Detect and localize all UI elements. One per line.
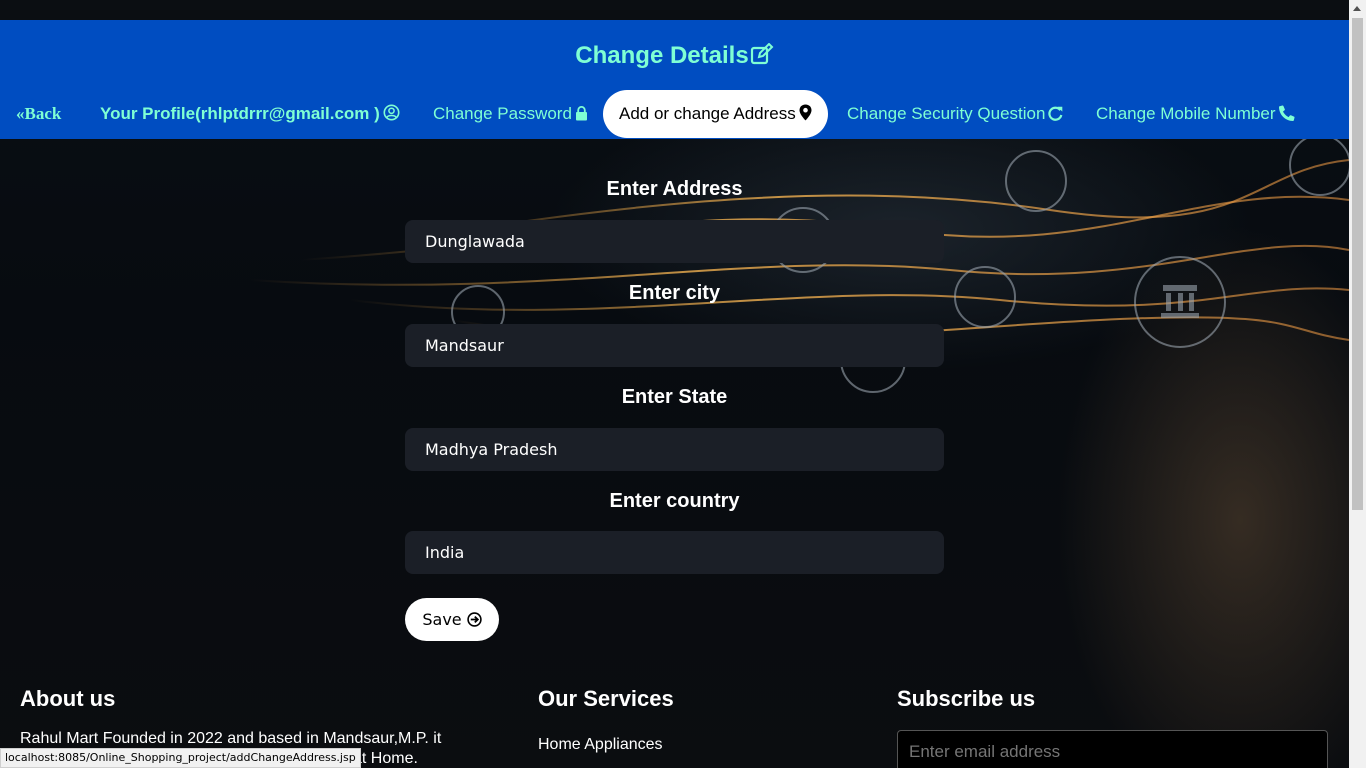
subscribe-email-input[interactable] [897, 730, 1328, 768]
subscribe-heading: Subscribe us [897, 686, 1036, 711]
arrow-circle-right-icon [466, 612, 482, 627]
tab-security-question-label: Change Security Question [847, 104, 1046, 123]
header-bar: Change Details «Back Your Profile(rhlptd… [0, 20, 1349, 139]
tab-profile[interactable]: Your Profile(rhlptdrrr@gmail.com ) [100, 90, 400, 138]
about-text-line2: at Home. [353, 750, 418, 767]
back-icon: « [16, 104, 25, 123]
address-input[interactable] [405, 220, 944, 263]
settings-nav: «Back Your Profile(rhlptdrrr@gmail.com )… [0, 90, 1349, 138]
scroll-up-arrow-icon[interactable] [1353, 6, 1361, 11]
address-label: Enter Address [606, 178, 743, 200]
page-title: Change Details [0, 42, 1349, 70]
redo-icon [1048, 106, 1063, 121]
tab-mobile-number-label: Change Mobile Number [1096, 104, 1276, 123]
services-heading: Our Services [538, 686, 674, 711]
state-input[interactable] [405, 428, 944, 471]
back-label: Back [24, 104, 62, 123]
user-circle-icon [383, 104, 400, 121]
about-heading: About us [20, 686, 116, 711]
tab-security-question[interactable]: Change Security Question [847, 90, 1063, 138]
scrollbar-thumb[interactable] [1352, 18, 1363, 510]
city-label: Enter city [628, 282, 721, 304]
tab-address[interactable]: Add or change Address [603, 90, 828, 138]
top-strip [0, 0, 1349, 20]
save-button-label: Save [422, 610, 462, 629]
save-button[interactable]: Save [405, 598, 499, 641]
status-bar-url: localhost:8085/Online_Shopping_project/a… [0, 748, 361, 768]
tab-profile-label: Your Profile(rhlptdrrr@gmail.com ) [100, 104, 380, 123]
country-label: Enter country [609, 490, 740, 512]
about-text-line1: Rahul Mart Founded in 2022 and based in … [20, 730, 442, 747]
service-link-home-appliances[interactable]: Home Appliances [538, 736, 663, 754]
lock-icon [575, 106, 587, 121]
tab-address-label: Add or change Address [619, 104, 796, 123]
back-link[interactable]: «Back [16, 90, 61, 138]
city-input[interactable] [405, 324, 944, 367]
state-label: Enter State [621, 386, 728, 408]
map-marker-icon [799, 104, 812, 121]
tab-change-password[interactable]: Change Password [433, 90, 588, 138]
page-title-text: Change Details [575, 42, 749, 69]
vertical-scrollbar[interactable] [1349, 0, 1366, 768]
phone-icon [1278, 105, 1295, 121]
tab-mobile-number[interactable]: Change Mobile Number [1096, 90, 1295, 138]
country-input[interactable] [405, 531, 944, 574]
tab-change-password-label: Change Password [433, 104, 572, 123]
edit-icon [750, 42, 774, 65]
